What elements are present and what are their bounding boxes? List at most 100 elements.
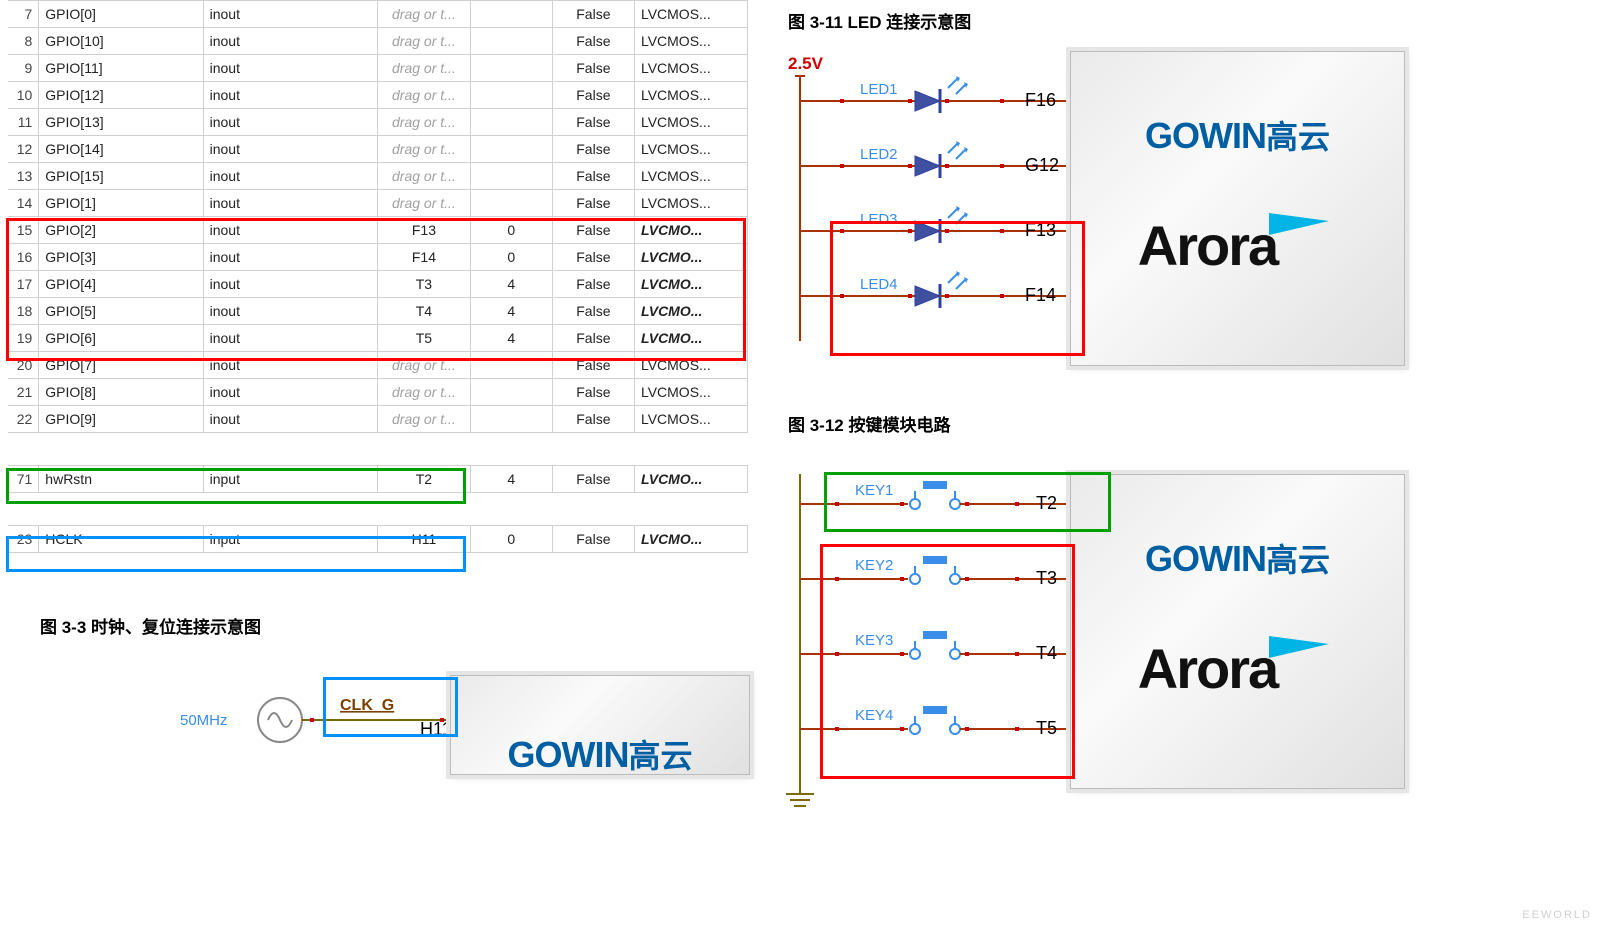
- cell-excl: False: [552, 28, 634, 55]
- cell-io: LVCMOS...: [634, 28, 747, 55]
- cell-idx: 22: [8, 406, 39, 433]
- cell-dir: input: [203, 466, 378, 493]
- cell-name: GPIO[13]: [39, 109, 203, 136]
- table-row: 14GPIO[1]inoutdrag or t...FalseLVCMOS...: [8, 190, 748, 217]
- svg-text:G12: G12: [1025, 155, 1059, 175]
- svg-text:F14: F14: [1025, 285, 1056, 305]
- cell-loc[interactable]: T5: [378, 325, 470, 352]
- cell-excl: False: [552, 82, 634, 109]
- cell-io: LVCMOS...: [634, 163, 747, 190]
- cell-idx: 13: [8, 163, 39, 190]
- cell-loc[interactable]: F14: [378, 244, 470, 271]
- table-row: 19GPIO[6]inoutT54FalseLVCMO...: [8, 325, 748, 352]
- cell-bank: 0: [470, 526, 552, 553]
- svg-text:LED3: LED3: [860, 211, 898, 228]
- cell-bank: [470, 109, 552, 136]
- cell-bank: [470, 406, 552, 433]
- cell-dir: inout: [203, 1, 378, 28]
- cell-io: LVCMO...: [634, 244, 747, 271]
- svg-text:LED4: LED4: [860, 276, 898, 293]
- table-row: 13GPIO[15]inoutdrag or t...FalseLVCMOS..…: [8, 163, 748, 190]
- table-row: 16GPIO[3]inoutF140FalseLVCMO...: [8, 244, 748, 271]
- cell-dir: inout: [203, 163, 378, 190]
- table-row: 8GPIO[10]inoutdrag or t...FalseLVCMOS...: [8, 28, 748, 55]
- cell-loc[interactable]: H11: [378, 526, 470, 553]
- cell-loc[interactable]: T4: [378, 298, 470, 325]
- cell-loc[interactable]: drag or t...: [378, 163, 470, 190]
- cell-idx: 10: [8, 82, 39, 109]
- cell-excl: False: [552, 217, 634, 244]
- cell-loc[interactable]: T3: [378, 271, 470, 298]
- svg-text:F16: F16: [1025, 90, 1056, 110]
- cell-name: GPIO[2]: [39, 217, 203, 244]
- cell-excl: False: [552, 352, 634, 379]
- cell-dir: inout: [203, 55, 378, 82]
- cell-idx: 18: [8, 298, 39, 325]
- cell-io: LVCMOS...: [634, 82, 747, 109]
- cell-io: LVCMO...: [634, 466, 747, 493]
- cell-loc[interactable]: drag or t...: [378, 136, 470, 163]
- cell-io: LVCMOS...: [634, 406, 747, 433]
- cell-idx: 11: [8, 109, 39, 136]
- cell-idx: 20: [8, 352, 39, 379]
- cell-io: LVCMOS...: [634, 1, 747, 28]
- cell-dir: inout: [203, 82, 378, 109]
- cell-name: GPIO[15]: [39, 163, 203, 190]
- cell-idx: 9: [8, 55, 39, 82]
- svg-text:KEY4: KEY4: [855, 707, 893, 724]
- svg-text:KEY2: KEY2: [855, 557, 893, 574]
- cell-loc[interactable]: drag or t...: [378, 109, 470, 136]
- table-row: 23HCLKinputH110FalseLVCMO...: [8, 526, 748, 553]
- cell-name: GPIO[8]: [39, 379, 203, 406]
- cell-loc[interactable]: T2: [378, 466, 470, 493]
- cell-dir: inout: [203, 28, 378, 55]
- cell-io: LVCMOS...: [634, 55, 747, 82]
- cell-bank: 0: [470, 244, 552, 271]
- svg-text:KEY3: KEY3: [855, 632, 893, 649]
- cell-name: GPIO[7]: [39, 352, 203, 379]
- cell-excl: False: [552, 379, 634, 406]
- cell-name: GPIO[6]: [39, 325, 203, 352]
- cell-dir: inout: [203, 298, 378, 325]
- cell-loc[interactable]: drag or t...: [378, 55, 470, 82]
- cell-dir: inout: [203, 406, 378, 433]
- cell-loc[interactable]: drag or t...: [378, 190, 470, 217]
- cell-excl: False: [552, 406, 634, 433]
- cell-excl: False: [552, 190, 634, 217]
- cell-loc[interactable]: drag or t...: [378, 28, 470, 55]
- svg-text:T4: T4: [1036, 643, 1057, 663]
- table-row: 17GPIO[4]inoutT34FalseLVCMO...: [8, 271, 748, 298]
- cell-io: LVCMOS...: [634, 190, 747, 217]
- cell-dir: inout: [203, 190, 378, 217]
- cell-loc[interactable]: drag or t...: [378, 82, 470, 109]
- svg-text:LED1: LED1: [860, 81, 898, 98]
- cell-name: GPIO[1]: [39, 190, 203, 217]
- table-row: 15GPIO[2]inoutF130FalseLVCMO...: [8, 217, 748, 244]
- cell-excl: False: [552, 136, 634, 163]
- chip-key: GOWIN高云 Arora: [1070, 474, 1405, 789]
- cell-idx: 23: [8, 526, 39, 553]
- right-column: 图 3-11 LED 连接示意图 2.5V LED1F16LED2G12LED3…: [780, 0, 1590, 834]
- clock-figure: 50MHz CLK_G H11 GOWIN高云: [150, 680, 750, 790]
- cell-excl: False: [552, 526, 634, 553]
- watermark: EEWORLD: [1522, 909, 1592, 921]
- cell-dir: inout: [203, 244, 378, 271]
- cell-excl: False: [552, 466, 634, 493]
- cell-dir: inout: [203, 217, 378, 244]
- cell-name: GPIO[0]: [39, 1, 203, 28]
- cell-dir: inout: [203, 325, 378, 352]
- cell-loc[interactable]: drag or t...: [378, 379, 470, 406]
- cell-loc[interactable]: drag or t...: [378, 1, 470, 28]
- cell-bank: [470, 136, 552, 163]
- cell-loc[interactable]: F13: [378, 217, 470, 244]
- cell-loc[interactable]: drag or t...: [378, 352, 470, 379]
- clock-freq: 50MHz: [180, 712, 228, 729]
- cell-dir: inout: [203, 352, 378, 379]
- cell-name: GPIO[14]: [39, 136, 203, 163]
- cell-idx: 7: [8, 1, 39, 28]
- cell-idx: 21: [8, 379, 39, 406]
- cell-loc[interactable]: drag or t...: [378, 406, 470, 433]
- cell-io: LVCMOS...: [634, 136, 747, 163]
- pin-table-hwrstn: 71hwRstninputT24FalseLVCMO...: [8, 465, 748, 493]
- cell-idx: 15: [8, 217, 39, 244]
